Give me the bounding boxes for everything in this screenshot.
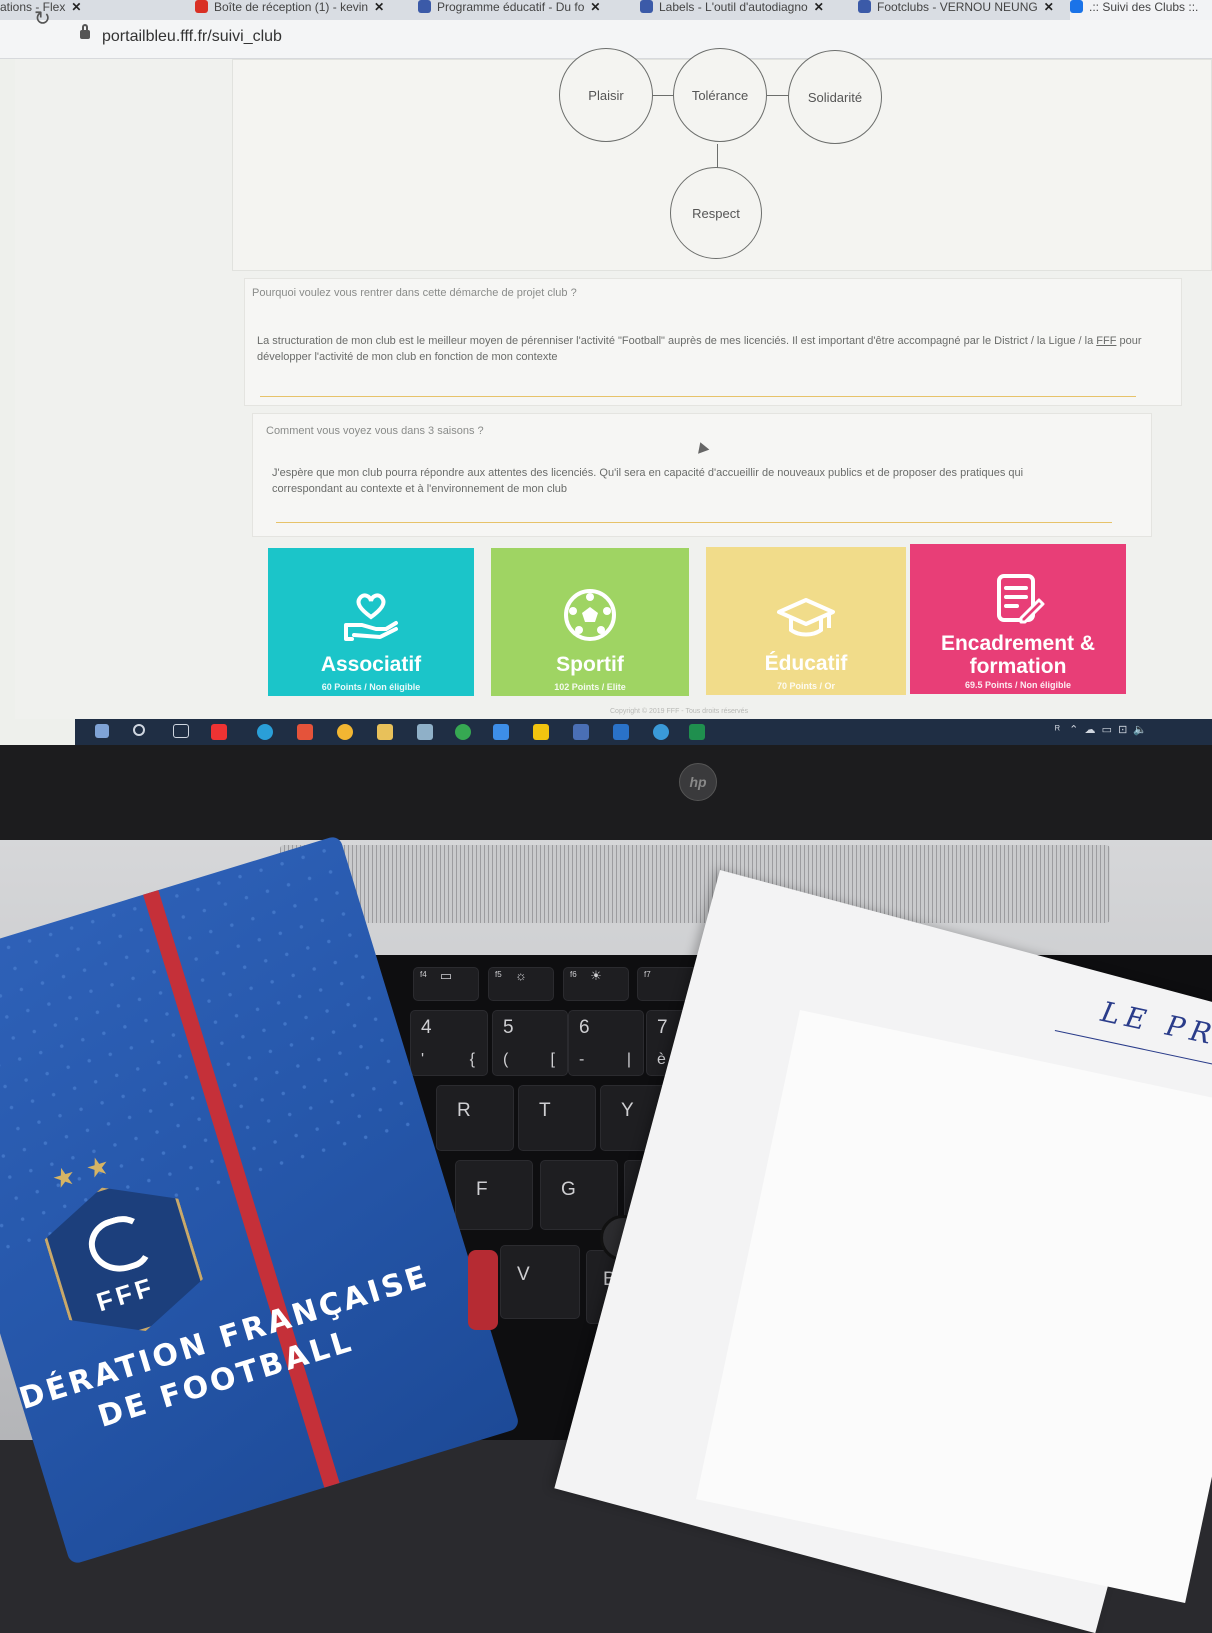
keyboard-key[interactable]: T	[518, 1085, 596, 1151]
keyboard-key[interactable]: F	[455, 1160, 533, 1230]
app-icon[interactable]	[455, 724, 471, 740]
keyboard-key[interactable]: R	[436, 1085, 514, 1151]
close-icon[interactable]: ✕	[374, 0, 384, 14]
close-icon[interactable]: ✕	[814, 0, 824, 14]
browser-tab-active[interactable]: .:: Suivi des Clubs ::.	[1070, 0, 1212, 20]
app-icon[interactable]	[493, 724, 509, 740]
keyboard-key[interactable]: V	[500, 1245, 580, 1319]
tile-title: Encadrement & formation	[940, 632, 1096, 678]
gmail-icon	[195, 0, 208, 13]
heart-hand-icon	[344, 593, 398, 641]
windows-start-icon[interactable]	[95, 724, 109, 738]
app-icon[interactable]	[533, 724, 549, 740]
edge-icon[interactable]	[257, 724, 273, 740]
form-edit-icon	[997, 574, 1045, 624]
file-explorer-icon[interactable]	[377, 724, 393, 740]
tile-points: 70 Points / Or	[776, 681, 836, 691]
lock-icon[interactable]	[80, 24, 90, 39]
tile-title: Associatif	[320, 653, 422, 676]
url-field[interactable]: portailbleu.fff.fr/suivi_club	[102, 28, 282, 46]
tile-title: Sportif	[556, 653, 624, 676]
graduation-cap-icon	[777, 598, 835, 637]
tab-label: Programme éducatif - Du fo	[437, 0, 585, 14]
excel-icon[interactable]	[689, 724, 705, 740]
field-underline	[260, 396, 1136, 397]
value-node: Respect	[670, 167, 762, 259]
field-underline	[276, 522, 1112, 523]
close-icon[interactable]: ✕	[1044, 0, 1054, 14]
fff-favicon-icon	[418, 0, 431, 13]
answer-abbreviation: FFF	[1096, 335, 1117, 347]
tab-label: ations - Flex	[0, 0, 66, 14]
tab-label: .:: Suivi des Clubs ::.	[1089, 0, 1199, 14]
screen-bezel	[0, 745, 1212, 840]
browser-tab[interactable]: Labels - L'outil d'autodiagno ✕	[640, 0, 840, 20]
browser-tab-bar: ations - Flex ✕ Boîte de réception (1) - …	[0, 0, 1212, 20]
function-key[interactable]: f4 ▭	[413, 967, 479, 1001]
diagram-connector	[767, 95, 789, 96]
value-node: Tolérance	[673, 48, 767, 142]
diagram-connector	[652, 95, 674, 96]
search-icon[interactable]	[133, 724, 145, 736]
fff-favicon-icon	[640, 0, 653, 13]
value-node: Plaisir	[559, 48, 653, 142]
function-key[interactable]: f6 ☀	[563, 967, 629, 1001]
hp-logo: hp	[679, 763, 717, 801]
tile-points: 60 Points / Non éligible	[321, 682, 421, 692]
tile-educatif[interactable]: Éducatif 70 Points / Or	[706, 547, 906, 695]
tab-label: Footclubs - VERNOU NEUNG	[877, 0, 1038, 14]
answer-text: La structuration de mon club est le meil…	[257, 335, 1097, 347]
page-favicon-icon	[1070, 0, 1083, 13]
teams-icon[interactable]	[573, 724, 589, 740]
tile-sportif[interactable]: Sportif 102 Points / Elite	[491, 548, 689, 696]
chrome-icon[interactable]	[337, 724, 353, 740]
system-tray[interactable]: ᴿ ⌃ ☁ ▭ ⊡ 🔈	[1055, 723, 1147, 736]
footer-copyright: Copyright © 2019 FFF - Tous droits réser…	[610, 708, 749, 715]
office-icon[interactable]	[297, 724, 313, 740]
task-view-icon[interactable]	[173, 724, 189, 738]
windows-taskbar: ᴿ ⌃ ☁ ▭ ⊡ 🔈	[75, 719, 1212, 745]
function-key[interactable]: f5 ☼	[488, 967, 554, 1001]
browser-tab[interactable]: ations - Flex ✕	[0, 0, 170, 20]
diagram-connector	[717, 144, 718, 168]
answer-textarea[interactable]: J'espère que mon club pourra répondre au…	[272, 465, 1082, 497]
browser-tab[interactable]: Programme éducatif - Du fo ✕	[418, 0, 623, 20]
tab-label: Labels - L'outil d'autodiagno	[659, 0, 808, 14]
keyboard-key[interactable]: G	[540, 1160, 618, 1230]
app-icon[interactable]	[417, 724, 433, 740]
keyboard-key[interactable]: 4 '{	[410, 1010, 488, 1076]
fff-favicon-icon	[858, 0, 871, 13]
laptop-screen: ations - Flex ✕ Boîte de réception (1) - …	[0, 0, 1212, 745]
value-node: Solidarité	[788, 50, 882, 144]
tile-encadrement-formation[interactable]: Encadrement & formation 69.5 Points / No…	[910, 544, 1126, 694]
tile-title: Éducatif	[764, 652, 848, 675]
speaker-grille	[280, 845, 1110, 923]
close-icon[interactable]: ✕	[71, 0, 81, 14]
question-label: Pourquoi voulez vous rentrer dans cette …	[252, 287, 577, 299]
keyboard-key[interactable]: 5([	[492, 1010, 568, 1076]
soccer-ball-icon	[564, 589, 616, 641]
tile-associatif[interactable]: Associatif 60 Points / Non éligible	[268, 548, 474, 696]
tile-points: 102 Points / Elite	[554, 682, 626, 692]
close-icon[interactable]: ✕	[590, 0, 600, 14]
browser-tab[interactable]: Boîte de réception (1) - kevin ✕	[195, 0, 400, 20]
outlook-icon[interactable]	[613, 724, 629, 740]
tab-label: Boîte de réception (1) - kevin	[214, 0, 369, 14]
app-icon[interactable]	[211, 724, 227, 740]
reload-icon[interactable]: ↻	[34, 6, 51, 31]
tile-points: 69.5 Points / Non éligible	[964, 680, 1072, 690]
answer-textarea[interactable]: La structuration de mon club est le meil…	[257, 333, 1147, 365]
keyboard-key[interactable]: 6- |	[568, 1010, 644, 1076]
notebook-elastic-loop	[468, 1250, 498, 1330]
internet-explorer-icon[interactable]	[653, 724, 669, 740]
browser-tab[interactable]: Footclubs - VERNOU NEUNG ✕	[858, 0, 1058, 20]
question-label: Comment vous voyez vous dans 3 saisons ?	[266, 425, 484, 437]
